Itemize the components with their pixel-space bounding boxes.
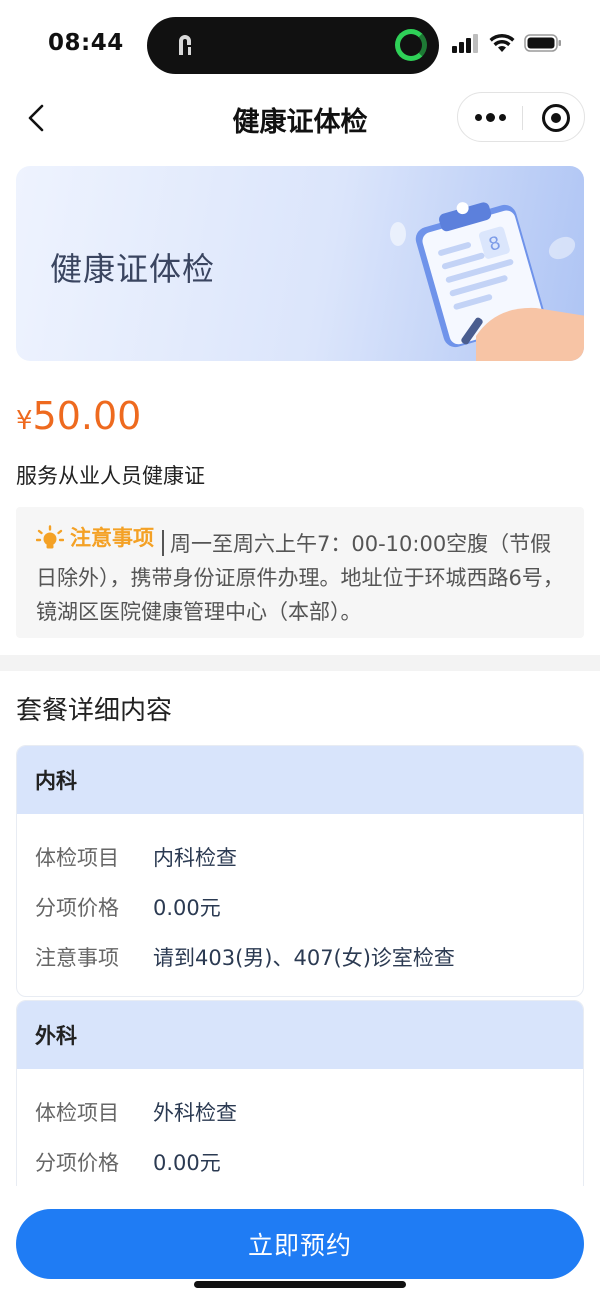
section-divider — [0, 655, 600, 671]
notice-tag: 注意事项 — [36, 521, 154, 555]
signal-icon — [452, 34, 478, 53]
app-activity-icon — [179, 35, 191, 55]
product-name: 服务从业人员健康证 — [16, 464, 205, 488]
close-miniprogram-button[interactable] — [542, 104, 570, 132]
detail-label: 体检项目 — [35, 846, 119, 870]
detail-row: 体检项目 内科检查 — [35, 832, 565, 882]
package-item-details: 体检项目 内科检查 分项价格 0.00元 注意事项 请到403(男)、407(女… — [17, 814, 583, 996]
detail-value: 请到403(男)、407(女)诊室检查 — [153, 946, 455, 970]
banner-title: 健康证体检 — [50, 250, 216, 288]
detail-label: 体检项目 — [35, 1101, 119, 1125]
detail-label: 分项价格 — [35, 896, 119, 920]
notice-box: 注意事项 周一至周六上午7：00-10:00空腹（节假日除外），携带身份证原件办… — [16, 507, 584, 638]
detail-row: 分项价格 0.00元 — [35, 1137, 565, 1187]
status-bar: 08:44 — [0, 0, 600, 90]
activity-ring-icon — [395, 29, 427, 61]
package-item-details: 体检项目 外科检查 分项价格 0.00元 — [17, 1069, 583, 1199]
battery-icon — [524, 34, 561, 52]
more-dot-icon — [474, 113, 482, 121]
package-item-name: 内科 — [17, 746, 583, 814]
package-item-name: 外科 — [17, 1001, 583, 1069]
detail-value: 0.00元 — [153, 1151, 221, 1175]
capsule-divider — [522, 106, 523, 130]
detail-row: 注意事项 请到403(男)、407(女)诊室检查 — [35, 932, 565, 982]
more-button[interactable] — [458, 93, 522, 141]
currency-symbol: ¥ — [16, 406, 33, 436]
notice-content: 注意事项 周一至周六上午7：00-10:00空腹（节假日除外），携带身份证原件办… — [36, 521, 568, 629]
lightbulb-icon — [36, 525, 64, 549]
detail-row: 体检项目 外科检查 — [35, 1087, 565, 1137]
detail-value: 外科检查 — [153, 1101, 237, 1125]
home-indicator[interactable] — [194, 1281, 406, 1288]
detail-row: 分项价格 0.00元 — [35, 882, 565, 932]
package-item-card: 内科 体检项目 内科检查 分项价格 0.00元 注意事项 请到403(男)、40… — [16, 745, 584, 997]
hero-banner: 健康证体检 8 — [16, 166, 584, 361]
product-price: ¥50.00 — [16, 394, 141, 438]
status-time: 08:44 — [48, 30, 124, 56]
detail-label: 分项价格 — [35, 1151, 119, 1175]
more-dot-icon — [485, 112, 495, 122]
status-indicators — [452, 32, 562, 54]
price-value: 50.00 — [32, 394, 142, 438]
package-section-title: 套餐详细内容 — [16, 696, 173, 726]
miniprogram-capsule — [457, 92, 585, 142]
detail-label: 注意事项 — [35, 946, 119, 970]
book-now-button[interactable]: 立即预约 — [16, 1209, 584, 1279]
wifi-icon — [489, 33, 515, 52]
package-item-card: 外科 体检项目 外科检查 分项价格 0.00元 — [16, 1000, 584, 1200]
detail-value: 0.00元 — [153, 896, 221, 920]
detail-value: 内科检查 — [153, 846, 237, 870]
notice-divider — [162, 530, 164, 556]
notice-tag-label: 注意事项 — [70, 526, 154, 550]
navigation-bar: 健康证体检 — [0, 90, 600, 145]
clipboard-illustration-icon: 8 — [390, 202, 584, 361]
dynamic-island — [147, 17, 439, 74]
more-dot-icon — [498, 113, 506, 121]
